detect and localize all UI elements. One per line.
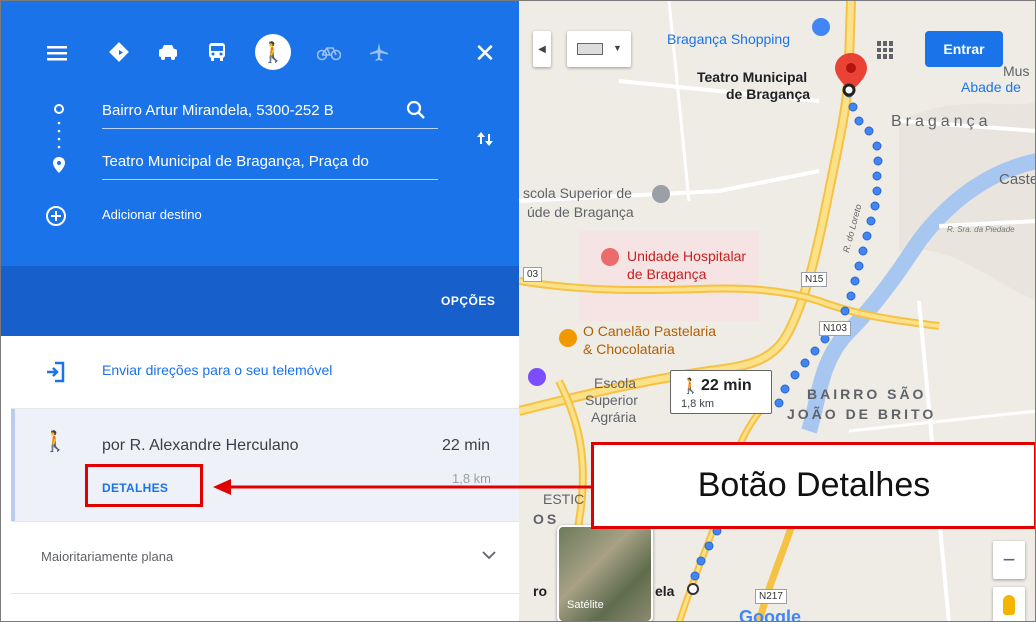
annotation-callout: Botão Detalhes [591,442,1035,529]
screenshot-frame: Bragança Shopping Teatro Municipal de Br… [0,0,1036,622]
